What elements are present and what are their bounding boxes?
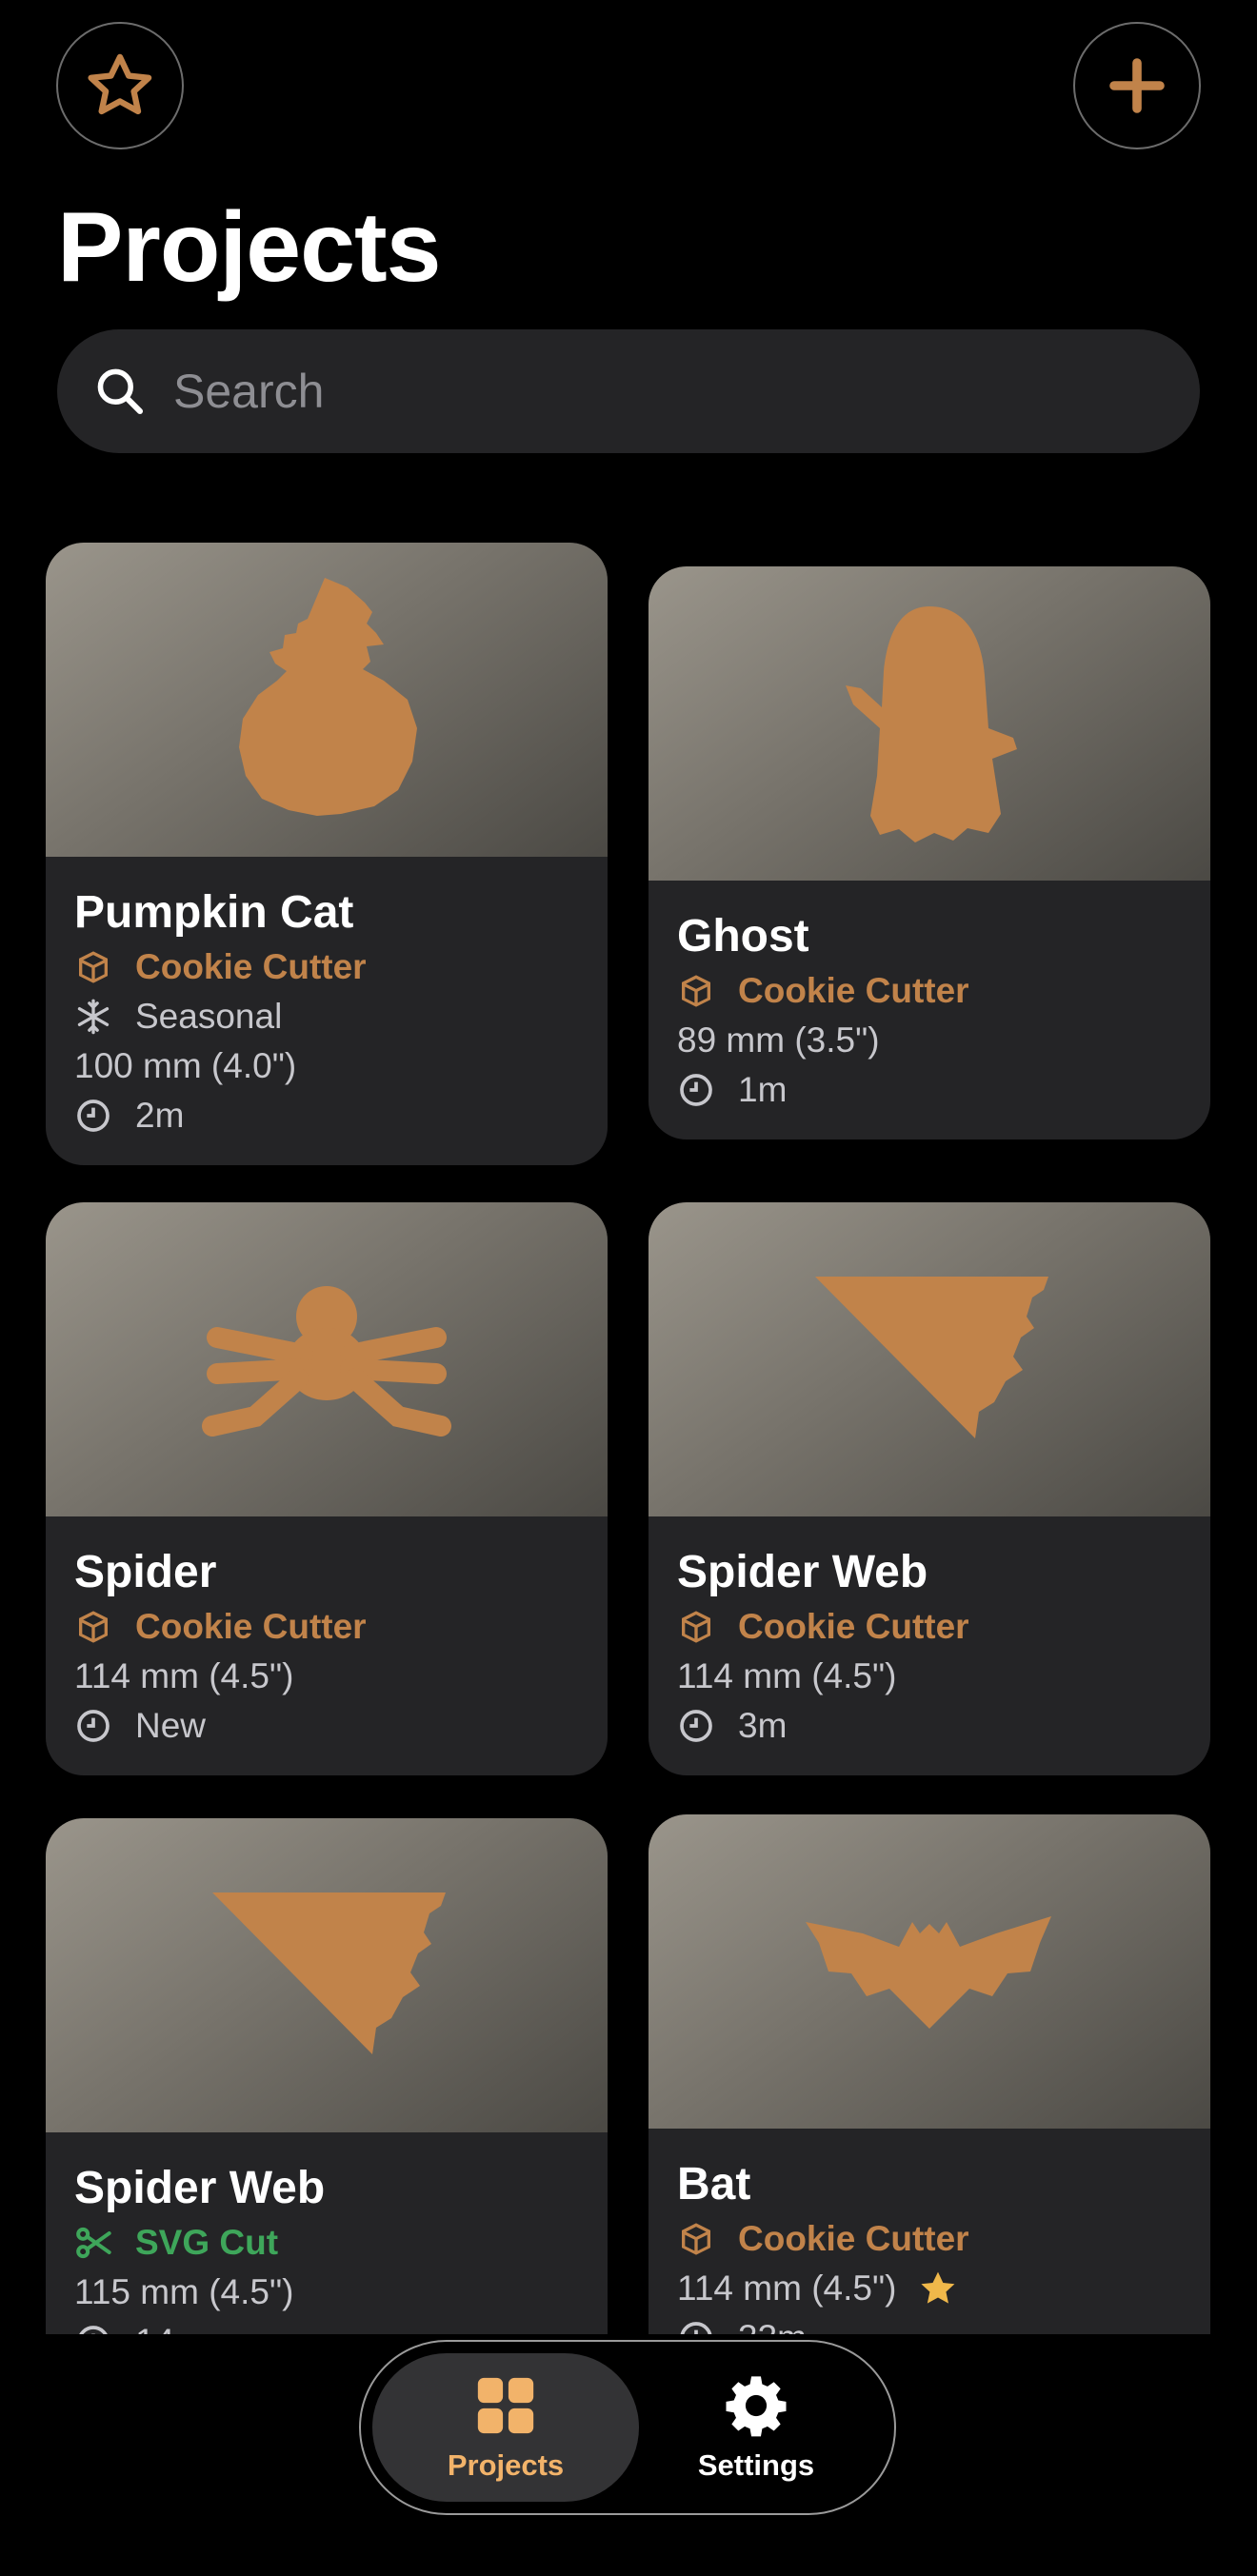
project-size: 100 mm (4.0")	[74, 1046, 297, 1085]
clock-icon	[680, 1710, 712, 1742]
project-time: 2m	[135, 1096, 185, 1135]
box-icon	[682, 2223, 710, 2255]
tab-label: Projects	[447, 2448, 565, 2482]
project-name: Spider Web	[74, 2163, 326, 2213]
search-input[interactable]	[171, 363, 1127, 420]
box-icon	[682, 975, 710, 1007]
project-size: 114 mm (4.5")	[74, 1656, 294, 1695]
project-name: Spider Web	[677, 1547, 928, 1597]
grid-icon	[477, 2377, 534, 2434]
tab-settings[interactable]: Settings	[637, 2353, 875, 2502]
clock-icon	[680, 1074, 712, 1106]
search-icon	[97, 368, 144, 415]
project-type: Cookie Cutter	[738, 1607, 969, 1646]
project-time: 14m	[135, 2322, 204, 2334]
project-type: SVG Cut	[135, 2223, 279, 2262]
page-title: Projects	[57, 192, 441, 303]
projects-grid: Pumpkin Cat Cookie Cutter Seasonal 100 m…	[0, 514, 1257, 2334]
box-icon	[79, 1611, 108, 1643]
spider-web-shape	[815, 1277, 1048, 1438]
snowflake-icon	[77, 999, 110, 1035]
project-time: New	[135, 1706, 207, 1745]
project-thumbnail	[648, 1202, 1210, 1516]
box-icon	[79, 951, 108, 983]
clock-icon	[680, 2322, 712, 2334]
project-card-ghost[interactable]: Ghost Cookie Cutter 89 mm (3.5") 1m	[648, 566, 1210, 1139]
tab-label: Settings	[697, 2448, 815, 2482]
plus-icon	[1109, 58, 1165, 113]
ghost-shape	[846, 606, 1017, 842]
project-type: Cookie Cutter	[738, 971, 969, 1010]
project-card-spider-web-svg[interactable]: Spider Web SVG Cut 115 mm (4.5") 14m	[46, 1818, 608, 2334]
project-size: 114 mm (4.5")	[677, 1656, 897, 1695]
scissors-icon	[76, 2227, 111, 2259]
project-time: 1m	[738, 1070, 788, 1109]
box-icon	[682, 1611, 710, 1643]
project-name: Ghost	[677, 911, 809, 961]
project-card-spider-web[interactable]: Spider Web Cookie Cutter 114 mm (4.5") 3…	[648, 1202, 1210, 1775]
project-name: Pumpkin Cat	[74, 887, 354, 938]
favorites-button[interactable]	[56, 22, 184, 149]
add-project-button[interactable]	[1073, 22, 1201, 149]
project-thumbnail	[648, 1814, 1210, 2129]
tab-projects[interactable]: Projects	[372, 2353, 639, 2502]
star-outline-icon	[88, 53, 152, 115]
project-name: Bat	[677, 2159, 751, 2209]
project-type: Cookie Cutter	[738, 2219, 969, 2258]
favorite-star-icon	[921, 2271, 955, 2304]
project-thumbnail	[46, 1202, 608, 1516]
clock-icon	[79, 2326, 108, 2334]
project-tag: Seasonal	[135, 997, 283, 1036]
project-size: 114 mm (4.5")	[677, 2269, 897, 2308]
project-type: Cookie Cutter	[135, 1607, 367, 1646]
search-bar[interactable]	[57, 329, 1200, 453]
project-thumbnail	[46, 1818, 608, 2132]
project-thumbnail	[46, 543, 608, 857]
spider-web-shape	[212, 1892, 446, 2054]
gear-icon	[726, 2376, 787, 2437]
project-card-bat[interactable]: Bat Cookie Cutter 114 mm (4.5") 33m	[648, 1814, 1210, 2334]
project-thumbnail	[648, 566, 1210, 881]
clock-icon	[77, 1100, 110, 1132]
bat-shape	[806, 1916, 1051, 2029]
project-card-spider[interactable]: Spider Cookie Cutter 114 mm (4.5") New	[46, 1202, 608, 1775]
project-name: Spider	[74, 1547, 217, 1597]
spider-shape	[202, 1286, 451, 1437]
project-time: 3m	[738, 1706, 788, 1745]
project-time: 33m	[738, 2318, 807, 2334]
project-card-pumpkin-cat[interactable]: Pumpkin Cat Cookie Cutter Seasonal 100 m…	[46, 543, 608, 1165]
clock-icon	[77, 1710, 110, 1742]
project-size: 115 mm (4.5")	[74, 2272, 294, 2311]
project-size: 89 mm (3.5")	[677, 1020, 880, 1060]
pumpkin-cat-shape	[239, 578, 417, 816]
project-type: Cookie Cutter	[135, 947, 367, 986]
tab-bar: Projects Settings	[359, 2340, 896, 2515]
